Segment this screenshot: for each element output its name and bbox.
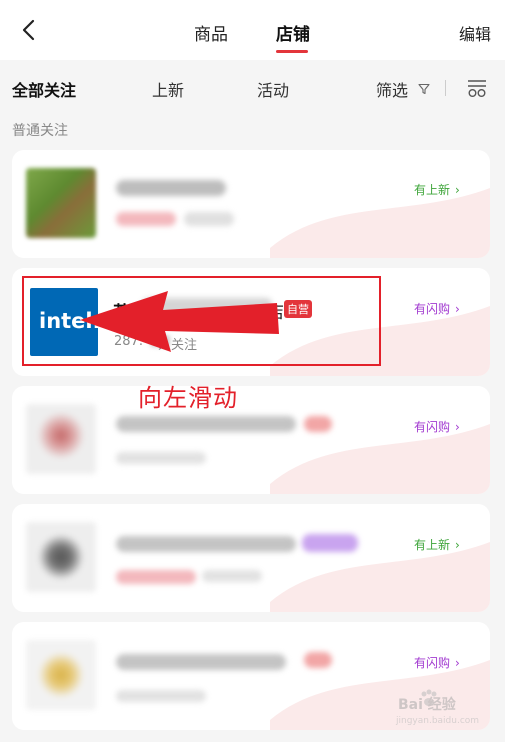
list-layout-icon[interactable] [466, 77, 488, 99]
shop-logo [26, 404, 96, 474]
top-nav: 商品 店铺 编辑 [0, 0, 505, 60]
shop-cta[interactable]: 有闪购 › [414, 300, 460, 317]
chevron-right-icon: › [455, 183, 460, 197]
filter-tab-all[interactable]: 全部关注 [12, 77, 76, 101]
chevron-right-icon: › [455, 302, 460, 316]
intel-logo: intel. [30, 288, 101, 356]
shop-meta-blurred [202, 570, 262, 582]
shop-name-blurred [116, 416, 296, 432]
filter-tab-new[interactable]: 上新 [152, 77, 184, 101]
shop-logo [26, 522, 96, 592]
shop-card[interactable]: 有闪购 › [12, 386, 490, 494]
follower-count: 287. [114, 334, 143, 349]
shop-meta-blurred [184, 212, 234, 226]
filter-bar: 全部关注 上新 活动 筛选 [0, 60, 505, 114]
chevron-right-icon: › [455, 420, 460, 434]
shop-card[interactable]: 有上新 › [12, 150, 490, 258]
shop-name-blurred [116, 180, 226, 196]
tab-products[interactable]: 商品 [194, 20, 228, 45]
shop-logo [26, 168, 96, 238]
shop-name-blurred [142, 298, 272, 316]
cta-label: 有闪购 [414, 302, 451, 316]
chevron-right-icon: › [455, 656, 460, 670]
chevron-right-icon: › [455, 538, 460, 552]
cta-label: 有闪购 [414, 420, 451, 434]
filter-label: 筛选 [376, 81, 409, 100]
cta-label: 有闪购 [414, 656, 451, 670]
tab-shops[interactable]: 店铺 [276, 20, 310, 45]
shop-tag-blurred [116, 570, 196, 584]
swipe-left-callout: 向左滑动 [138, 384, 238, 412]
shop-badge-blurred [302, 534, 358, 552]
shop-meta-blurred [116, 452, 206, 464]
shop-cta[interactable]: 有闪购 › [414, 654, 460, 671]
shop-tag-blurred [116, 212, 176, 226]
shop-logo [26, 640, 96, 710]
active-tab-indicator [276, 50, 308, 53]
shop-cta[interactable]: 有闪购 › [414, 418, 460, 435]
shop-name-blurred [116, 654, 286, 670]
edit-button[interactable]: 编辑 [459, 21, 491, 45]
filter-divider [445, 80, 446, 96]
watermark-text: Bai 经验 [398, 697, 456, 713]
shop-cta[interactable]: 有上新 › [414, 536, 460, 553]
cta-label: 有上新 [414, 183, 451, 197]
filter-button[interactable]: 筛选 [376, 77, 430, 101]
logo-text: intel. [39, 309, 101, 333]
back-arrow-icon[interactable] [18, 18, 42, 42]
self-operated-badge: 自营 [284, 300, 312, 318]
funnel-icon [418, 83, 430, 95]
watermark-url: jingyan.baidu.com [396, 716, 480, 726]
filter-tab-activity[interactable]: 活动 [257, 77, 289, 101]
shop-cta[interactable]: 有上新 › [414, 181, 460, 198]
follower-suffix: 人关注 [158, 338, 198, 353]
shop-name: 英 [113, 303, 130, 323]
shop-badge-blurred [304, 416, 332, 432]
section-title: 普通关注 [12, 123, 68, 139]
shop-badge-blurred [304, 652, 332, 668]
watermark: Bai 经验 jingyan.baidu.com [396, 686, 496, 736]
cta-label: 有上新 [414, 538, 451, 552]
shop-card-intel[interactable]: intel. 英 店 自营 287. 人关注 有闪购 › [12, 268, 490, 376]
shop-name-blurred [116, 536, 296, 552]
shop-meta-blurred [116, 690, 206, 702]
shop-name-tail: 店 [267, 303, 284, 323]
shop-card[interactable]: 有上新 › [12, 504, 490, 612]
